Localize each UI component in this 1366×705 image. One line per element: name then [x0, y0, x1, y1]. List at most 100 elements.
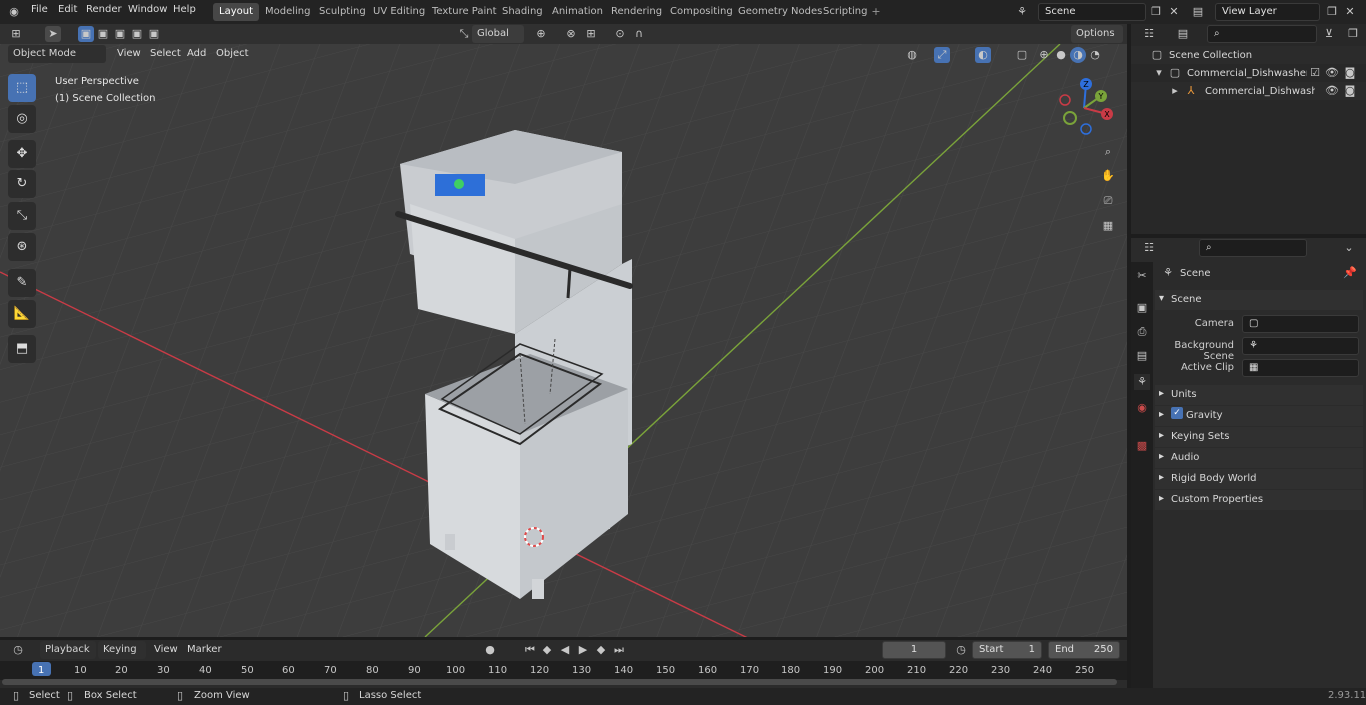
timeline-editor-icon[interactable]: ◷ [10, 642, 26, 658]
navigation-gizmo[interactable]: Z Y X [1052, 76, 1116, 140]
view-layer-field[interactable]: View Layer [1215, 3, 1320, 21]
visibility-icon[interactable]: ◍ [904, 47, 920, 63]
active-clip-field[interactable]: ▦ [1242, 359, 1359, 377]
tab-geometry-nodes[interactable]: Geometry Nodes [732, 3, 828, 21]
select-intersect-icon[interactable]: ▣ [146, 26, 162, 42]
menu-edit[interactable]: Edit [58, 4, 77, 15]
tab-animation[interactable]: Animation [546, 3, 609, 21]
close-scene-icon[interactable]: ✕ [1166, 4, 1182, 20]
timeline-view-menu[interactable]: View [154, 644, 178, 655]
jump-start-icon[interactable]: ⏮ [522, 642, 538, 658]
background-scene-field[interactable]: ⚘ [1242, 337, 1359, 355]
pan-hand-icon[interactable]: ✋ [1100, 168, 1116, 184]
proportional-edit-icon[interactable]: ⊙ [612, 26, 628, 42]
xray-icon[interactable]: ▢ [1014, 47, 1030, 63]
tab-texture-paint[interactable]: Texture Paint [426, 3, 503, 21]
tool-tab-icon[interactable]: ✂ [1134, 268, 1150, 284]
tab-shading[interactable]: Shading [496, 3, 549, 21]
orientation-icon[interactable]: ⤡ [456, 26, 472, 42]
new-view-layer-icon[interactable]: ❐ [1324, 4, 1340, 20]
scale-tool[interactable]: ⤡ [8, 202, 36, 230]
timeline-scrollbar[interactable] [2, 679, 1117, 685]
add-cube-tool[interactable]: ⬒ [8, 335, 36, 363]
menu-render[interactable]: Render [86, 4, 122, 15]
outliner-row-dishwasher-object[interactable]: ▸ ⅄ Commercial_Dishwasher_ 👁 ◙ [1131, 82, 1366, 100]
tab-uv-editing[interactable]: UV Editing [367, 3, 431, 21]
render-camera-icon[interactable]: ◙ [1342, 65, 1358, 81]
snap-icon[interactable]: ⊗ [563, 26, 579, 42]
material-shading-icon[interactable]: ◑ [1070, 47, 1086, 63]
keying-menu[interactable]: Keying [98, 641, 146, 659]
filter-icon[interactable]: ⊻ [1321, 26, 1337, 42]
record-icon[interactable]: ● [482, 642, 498, 658]
rendered-shading-icon[interactable]: ◔ [1087, 47, 1103, 63]
menu-help[interactable]: Help [173, 4, 196, 15]
clock-icon[interactable]: ◷ [953, 642, 969, 658]
snap-target-icon[interactable]: ⊞ [583, 26, 599, 42]
expand-arrow-icon[interactable]: ▾ [1151, 65, 1167, 81]
zoom-icon[interactable]: ⌕ [1100, 144, 1116, 160]
select-subtract-icon[interactable]: ▣ [112, 26, 128, 42]
scene-field[interactable]: Scene [1038, 3, 1146, 21]
mode-dropdown[interactable]: Object Mode [8, 45, 106, 63]
properties-search-input[interactable]: ⌕ [1199, 239, 1307, 257]
jump-end-icon[interactable]: ⏭ [611, 642, 627, 658]
properties-options-icon[interactable]: ⌄ [1341, 240, 1357, 256]
close-view-layer-icon[interactable]: ✕ [1342, 4, 1358, 20]
select-invert-icon[interactable]: ▣ [129, 26, 145, 42]
select-new-icon[interactable]: ▣ [78, 26, 94, 42]
texture-tab-icon[interactable]: ▩ [1134, 438, 1150, 454]
menu-window[interactable]: Window [128, 4, 167, 15]
tab-modeling[interactable]: Modeling [259, 3, 317, 21]
marker-menu[interactable]: Marker [187, 644, 222, 655]
wireframe-shading-icon[interactable]: ⊕ [1036, 47, 1052, 63]
camera-field[interactable]: ▢ [1242, 315, 1359, 333]
expand-arrow-icon[interactable]: ▸ [1167, 83, 1183, 99]
gravity-checkbox[interactable]: ✓ [1171, 407, 1183, 419]
3d-viewport[interactable]: Object Mode View Select Add Object ◍ ⤢ ◐… [0, 44, 1127, 637]
end-frame-field[interactable]: End 250 [1048, 641, 1120, 659]
panel-units[interactable]: ▸ Units [1155, 385, 1363, 405]
view-layer-icon[interactable]: ▤ [1190, 4, 1206, 20]
menu-object[interactable]: Object [216, 48, 249, 59]
panel-audio[interactable]: ▸ Audio [1155, 448, 1363, 468]
cursor-tool[interactable]: ◎ [8, 105, 36, 133]
measure-tool[interactable]: 📐 [8, 300, 36, 328]
pivot-icon[interactable]: ⊕ [533, 26, 549, 42]
menu-file[interactable]: File [31, 4, 48, 15]
tab-scripting[interactable]: Scripting [817, 3, 873, 21]
scene-icon[interactable]: ⚘ [1014, 4, 1030, 20]
scene-section-header[interactable]: ▾ Scene [1155, 290, 1363, 310]
overlay-toggle-icon[interactable]: ◐ [975, 47, 991, 63]
menu-add[interactable]: Add [187, 48, 206, 59]
new-scene-icon[interactable]: ❐ [1148, 4, 1164, 20]
outliner-search-input[interactable]: ⌕ [1207, 25, 1317, 43]
select-extend-icon[interactable]: ▣ [95, 26, 111, 42]
camera-view-icon[interactable]: ⎚ [1100, 193, 1116, 209]
add-workspace-icon[interactable]: + [868, 4, 884, 20]
pin-icon[interactable]: 📌 [1342, 265, 1358, 281]
panel-rigid-body-world[interactable]: ▸ Rigid Body World [1155, 469, 1363, 489]
transform-orientation-dropdown[interactable]: Global [472, 25, 524, 43]
tab-layout[interactable]: Layout [213, 3, 259, 21]
eye-icon[interactable]: 👁 [1324, 83, 1340, 99]
gizmo-toggle-icon[interactable]: ⤢ [934, 47, 950, 63]
include-checkbox-icon[interactable]: ☑ [1307, 65, 1323, 81]
world-tab-icon[interactable]: ◉ [1134, 400, 1150, 416]
editor-type-icon[interactable]: ⊞ [8, 26, 24, 42]
move-tool[interactable]: ✥ [8, 140, 36, 168]
rotate-tool[interactable]: ↻ [8, 170, 36, 198]
playback-menu[interactable]: Playback [40, 641, 96, 659]
panel-custom-properties[interactable]: ▸ Custom Properties [1155, 490, 1363, 510]
outliner-row-scene-collection[interactable]: ▢ Scene Collection [1131, 46, 1366, 64]
view-layer-tab-icon[interactable]: ▤ [1134, 348, 1150, 364]
display-mode-icon[interactable]: ▤ [1175, 26, 1191, 42]
outliner-editor-icon[interactable]: ☷ [1141, 26, 1157, 42]
current-frame-field[interactable]: 1 [882, 641, 946, 659]
blender-logo-icon[interactable]: ◉ [6, 4, 22, 20]
render-tab-icon[interactable]: ▣ [1134, 300, 1150, 316]
output-tab-icon[interactable]: ⎙ [1134, 324, 1150, 340]
tab-compositing[interactable]: Compositing [664, 3, 739, 21]
render-camera-icon[interactable]: ◙ [1342, 83, 1358, 99]
properties-editor-icon[interactable]: ☷ [1141, 240, 1157, 256]
